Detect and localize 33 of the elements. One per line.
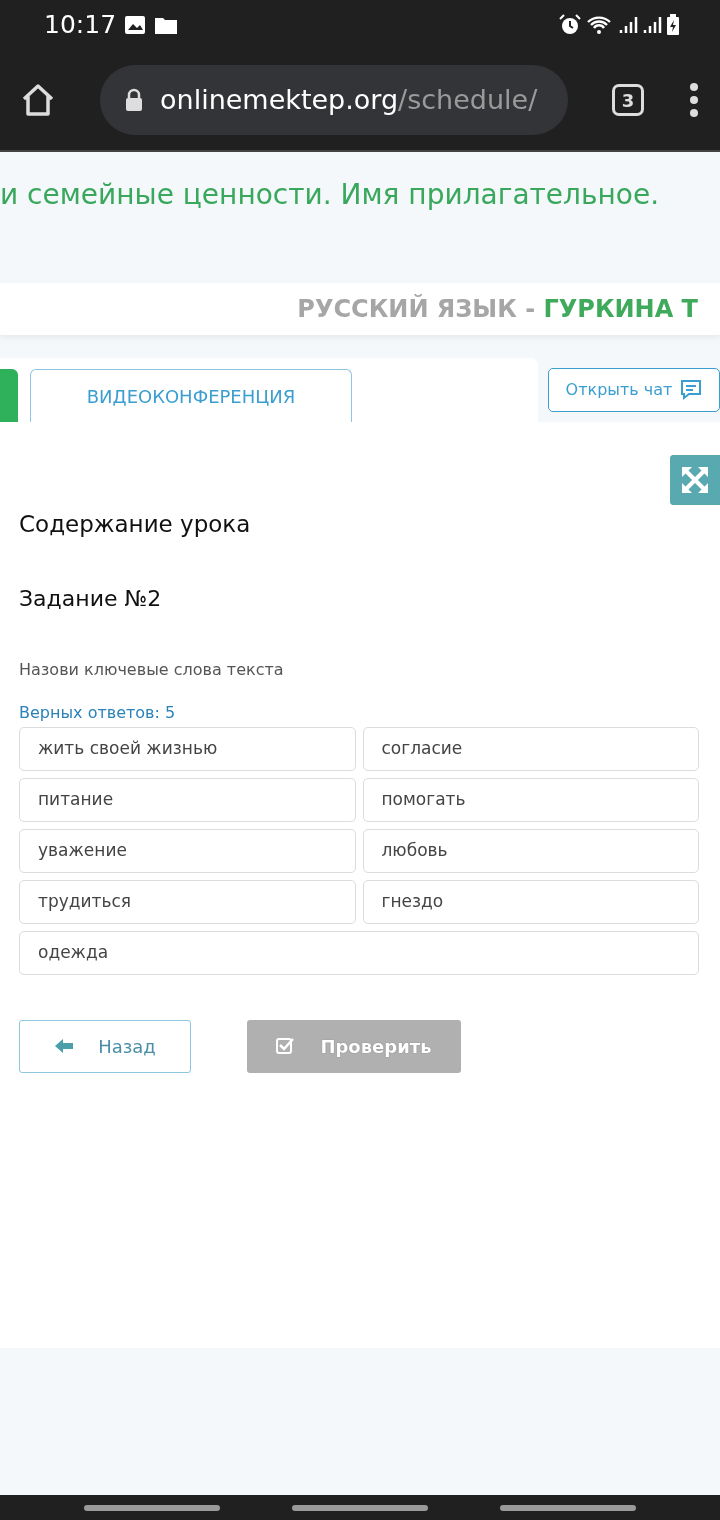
tab-count-button[interactable]: 3	[612, 84, 644, 116]
menu-icon[interactable]	[688, 82, 700, 118]
answer-option[interactable]: жить своей жизнью	[19, 726, 356, 771]
nav-handle[interactable]	[500, 1504, 636, 1511]
address-bar[interactable]: onlinemektep.org/schedule/	[100, 65, 568, 135]
answer-option[interactable]: уважение	[19, 828, 356, 873]
clock-time: 10:17	[44, 9, 117, 42]
chat-icon	[680, 379, 703, 401]
signal-icon	[618, 15, 638, 35]
answer-option[interactable]: любовь	[362, 828, 699, 873]
answer-option[interactable]: помогать	[362, 777, 699, 822]
image-icon	[124, 15, 147, 35]
folder-icon	[154, 15, 179, 35]
answer-option[interactable]: одежда	[19, 930, 699, 975]
back-button[interactable]: Назад	[19, 1019, 191, 1073]
answer-option[interactable]: согласие	[362, 726, 699, 771]
correct-answers-count: Верных ответов: 5	[19, 701, 177, 724]
nav-handle[interactable]	[292, 1504, 428, 1511]
arrow-left-icon	[54, 1038, 75, 1054]
lesson-title: и семейные ценности. Имя прилагательное.	[0, 177, 661, 213]
answer-option[interactable]: гнездо	[362, 879, 699, 924]
alarm-icon	[558, 13, 582, 37]
task-title: Задание №2	[19, 584, 163, 613]
battery-icon	[666, 14, 680, 36]
section-heading: Содержание урока	[19, 510, 252, 539]
signal-icon	[642, 15, 662, 35]
question-text: Назови ключевые слова текста	[19, 658, 285, 681]
subject-teacher-title: РУССКИЙ ЯЗЫК - ГУРКИНА Т	[297, 293, 698, 325]
answer-option[interactable]: питание	[19, 777, 356, 822]
answer-option[interactable]: трудиться	[19, 879, 356, 924]
nav-handle[interactable]	[84, 1504, 220, 1511]
home-icon[interactable]	[20, 83, 56, 117]
checkbox-icon	[276, 1037, 297, 1055]
